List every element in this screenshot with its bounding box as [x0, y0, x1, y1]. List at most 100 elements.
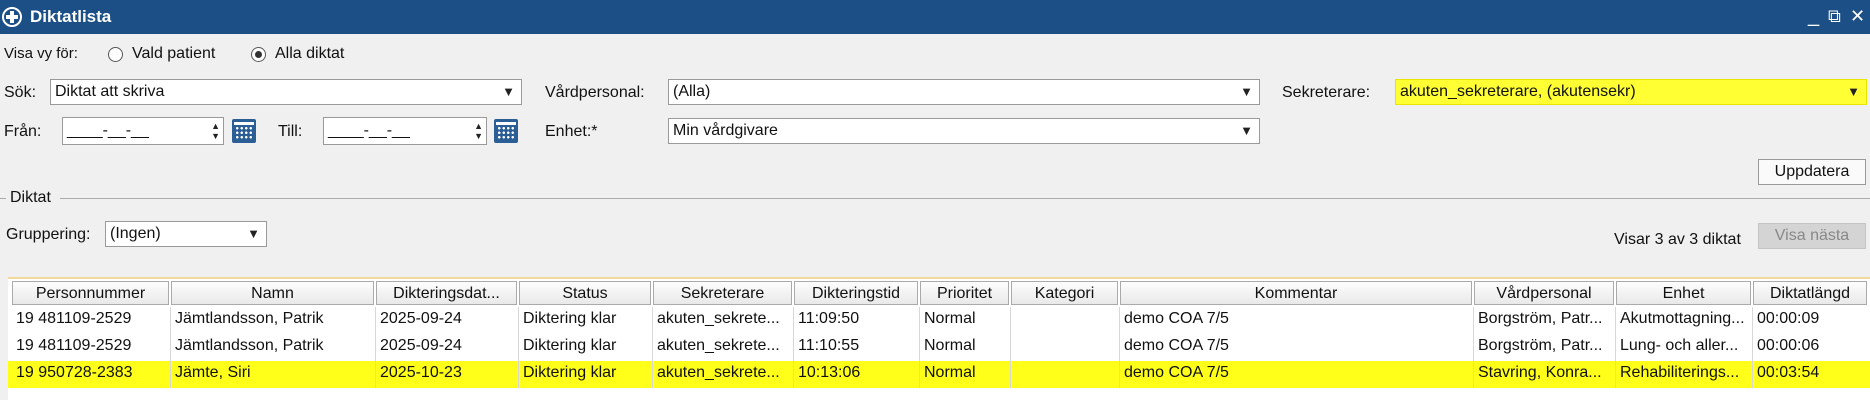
date-stepper-icon[interactable]: ▲ ▼ [474, 121, 483, 141]
app-logo-icon [2, 7, 22, 27]
close-icon[interactable]: ✕ [1850, 6, 1865, 26]
cell-kommentar: demo COA 7/5 [1124, 310, 1229, 327]
chevron-down-icon: ▼ [1240, 123, 1253, 138]
column-divider [919, 361, 920, 388]
sekreterare-label: Sekreterare: [1282, 84, 1371, 101]
column-divider [375, 334, 376, 361]
calendar-icon[interactable] [232, 119, 256, 143]
minimize-icon[interactable]: _ [1808, 6, 1819, 26]
calendar-icon[interactable] [494, 119, 518, 143]
column-header-status[interactable]: Status [519, 281, 651, 305]
title-bar: Diktatlista _ ⧉ ✕ [0, 0, 1870, 34]
column-divider [375, 361, 376, 388]
column-divider [170, 361, 171, 388]
column-divider [1473, 334, 1474, 361]
cell-datum: 2025-09-24 [380, 310, 462, 327]
search-label: Sök: [4, 84, 37, 101]
cell-sekreterare: akuten_sekrete... [657, 310, 780, 327]
cell-sekreterare: akuten_sekrete... [657, 364, 780, 381]
group-divider [0, 198, 6, 199]
table-row[interactable]: 19 950728-2383 Jämte, Siri 2025-10-23 Dikte… [8, 361, 1870, 388]
search-select-value: Diktat att skriva [55, 83, 165, 100]
chevron-down-icon: ▼ [1240, 84, 1253, 99]
vardpersonal-select-value: (Alla) [673, 83, 711, 100]
cell-datum: 2025-10-23 [380, 364, 462, 381]
cell-vardpersonal: Borgström, Patr... [1478, 310, 1603, 327]
column-divider [1119, 361, 1120, 388]
column-divider [652, 307, 653, 334]
cell-langd: 00:00:06 [1757, 337, 1820, 354]
enhet-select-value: Min vårdgivare [673, 122, 778, 139]
column-header-langd[interactable]: Diktatlängd [1753, 281, 1867, 305]
column-header-personnummer[interactable]: Personnummer [12, 281, 169, 305]
cell-tid: 11:10:55 [798, 337, 860, 354]
enhet-label: Enhet:* [545, 123, 598, 140]
cell-sekreterare: akuten_sekrete... [657, 337, 780, 354]
vardpersonal-select[interactable]: (Alla) ▼ [668, 79, 1260, 105]
column-divider [1473, 361, 1474, 388]
cell-prioritet: Normal [924, 310, 976, 327]
group-divider [60, 198, 1870, 199]
vardpersonal-label: Vårdpersonal: [545, 84, 645, 101]
cell-prioritet: Normal [924, 364, 976, 381]
cell-langd: 00:03:54 [1757, 364, 1820, 381]
cell-namn: Jämte, Siri [175, 364, 251, 381]
table-row[interactable]: 19 481109-2529 Jämtlandsson, Patrik 2025-0… [8, 307, 1870, 334]
column-divider [919, 334, 920, 361]
radio-alla-diktat-label[interactable]: Alla diktat [275, 45, 344, 63]
column-divider [793, 334, 794, 361]
chevron-down-icon: ▼ [502, 84, 515, 99]
column-divider [1010, 361, 1011, 388]
column-header-vardpersonal[interactable]: Vårdpersonal [1474, 281, 1614, 305]
cell-prioritet: Normal [924, 337, 976, 354]
show-next-button[interactable]: Visa nästa [1758, 223, 1866, 249]
column-divider [1752, 307, 1753, 334]
sekreterare-select[interactable]: akuten_sekreterare, (akutensekr) ▼ [1395, 79, 1867, 105]
grouping-select[interactable]: (Ingen) ▼ [105, 221, 267, 247]
column-divider [919, 307, 920, 334]
cell-personnummer: 19 481109-2529 [16, 310, 132, 327]
window-title: Diktatlista [30, 7, 112, 26]
column-header-sekreterare[interactable]: Sekreterare [653, 281, 792, 305]
date-stepper-icon[interactable]: ▲ ▼ [211, 121, 220, 141]
enhet-select[interactable]: Min vårdgivare ▼ [668, 118, 1260, 144]
column-header-prioritet[interactable]: Prioritet [920, 281, 1009, 305]
column-divider [793, 361, 794, 388]
column-divider [1119, 334, 1120, 361]
to-label: Till: [278, 123, 303, 140]
column-divider [1615, 334, 1616, 361]
restore-icon[interactable]: ⧉ [1828, 6, 1841, 26]
column-divider [1010, 334, 1011, 361]
column-divider [1010, 307, 1011, 334]
column-divider [652, 361, 653, 388]
column-divider [1615, 307, 1616, 334]
chevron-down-icon: ▼ [247, 226, 260, 241]
column-header-enhet[interactable]: Enhet [1616, 281, 1751, 305]
search-select[interactable]: Diktat att skriva ▼ [50, 79, 522, 105]
cell-datum: 2025-09-24 [380, 337, 462, 354]
column-divider [652, 334, 653, 361]
sekreterare-select-value: akuten_sekreterare, (akutensekr) [1400, 83, 1636, 100]
column-divider [1752, 334, 1753, 361]
cell-personnummer: 19 950728-2383 [16, 364, 133, 381]
column-divider [1752, 361, 1753, 388]
radio-alla-diktat[interactable] [251, 47, 266, 62]
column-header-kommentar[interactable]: Kommentar [1120, 281, 1472, 305]
cell-enhet: Lung- och aller... [1620, 337, 1739, 354]
column-divider [518, 307, 519, 334]
cell-tid: 10:13:06 [798, 364, 861, 381]
cell-enhet: Akutmottagning... [1620, 310, 1745, 327]
column-header-kategori[interactable]: Kategori [1011, 281, 1118, 305]
from-date-value: ____-__-__ [67, 122, 149, 139]
radio-vald-patient-label[interactable]: Vald patient [132, 45, 215, 63]
column-header-tid[interactable]: Dikteringstid [794, 281, 918, 305]
column-header-datum[interactable]: Dikteringsdat... [376, 281, 517, 305]
radio-vald-patient[interactable] [108, 47, 123, 62]
table-row[interactable]: 19 481109-2529 Jämtlandsson, Patrik 2025-0… [8, 334, 1870, 361]
update-button[interactable]: Uppdatera [1758, 159, 1866, 185]
to-date-value: ____-__-__ [328, 122, 410, 139]
section-title: Diktat [10, 189, 51, 206]
column-header-namn[interactable]: Namn [171, 281, 374, 305]
from-date-field[interactable]: ____-__-__ ▲ ▼ [62, 117, 224, 145]
to-date-field[interactable]: ____-__-__ ▲ ▼ [323, 117, 487, 145]
